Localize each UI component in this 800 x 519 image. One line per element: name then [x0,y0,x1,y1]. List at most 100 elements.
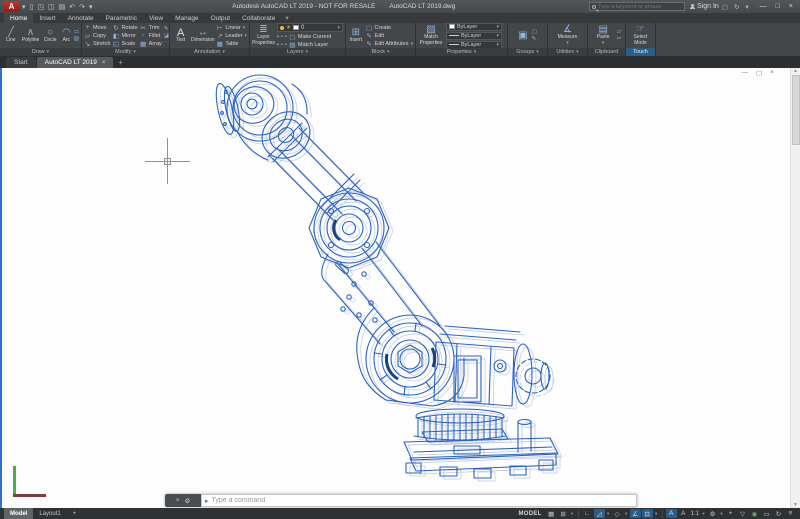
doc-restore-icon[interactable]: ▢ [756,69,762,77]
command-customize-icon[interactable]: ⚙ [184,497,190,505]
qat-customize-caret-icon[interactable]: ▾ [89,3,93,11]
tab-manage[interactable]: Manage [169,13,205,23]
tab-annotate[interactable]: Annotate [62,13,100,23]
scale-button[interactable]: ◱ Scale [112,40,137,48]
layer-properties-button[interactable]: ≣ Layer Properties [252,25,275,46]
command-line[interactable]: × ⚙ ▸ [165,494,637,507]
vertical-scrollbar[interactable]: ▲ ▼ [790,68,800,508]
trim-button[interactable]: ✂ Trim [140,24,162,32]
arc-button[interactable]: ◠ Arc [61,27,72,44]
table-button[interactable]: ▦ Table [216,40,247,48]
text-button[interactable]: A Text [172,27,189,44]
osnap-caret-icon[interactable]: ▾ [654,511,659,517]
model-tab[interactable]: Model [4,508,34,519]
object-snap-tracking-icon[interactable]: ∠ [629,509,641,518]
object-color-dropdown[interactable]: ByLayer ▾ [446,23,502,31]
graphics-performance-icon[interactable]: ▭ [761,509,772,518]
command-input[interactable] [211,497,633,504]
doc-minimize-icon[interactable]: — [742,69,749,77]
linetype-dropdown[interactable]: ByLayer ▾ [446,40,502,48]
ungroup-icon[interactable]: ▢ [532,29,537,35]
edit-block-button[interactable]: ✎ Edit [366,32,413,40]
group-edit-icon[interactable]: ✎ [532,36,537,42]
command-close-icon[interactable]: × [176,497,180,504]
workspace-caret-icon[interactable]: ▾ [719,511,724,517]
sign-in-button[interactable]: Sign In [697,3,719,10]
ortho-icon[interactable]: ∟ [582,509,593,518]
circle-button[interactable]: ○ Circle [41,27,59,44]
ribbon-options-caret-icon[interactable]: ▾ [281,13,292,23]
more-tools-icon[interactable]: ⋯ [164,40,169,46]
move-button[interactable]: + Move [84,24,110,31]
annotation-scale-value[interactable]: 1:1 [690,511,700,517]
window-close-icon[interactable]: × [789,3,793,10]
leader-button[interactable]: ↗ Leader ▾ [216,32,247,40]
match-properties-button[interactable]: ▨ Match Properties [418,25,444,46]
redo-icon[interactable]: ↷ [79,3,85,11]
edit-attributes-button[interactable]: ✎ Edit Attributes ▾ [366,40,413,48]
command-line-grip[interactable]: × ⚙ [165,494,201,507]
app-menu-button[interactable]: A [3,1,20,12]
scrollbar-thumb[interactable] [791,75,800,145]
customization-menu-icon[interactable]: ≡ [785,509,796,518]
fillet-button[interactable]: ◜ Fillet [140,32,162,40]
create-block-button[interactable]: ▢ Create [366,24,413,32]
linear-button[interactable]: ⊢ Linear ▾ [216,24,247,32]
new-drawing-plus-icon[interactable]: + [118,58,123,68]
polar-caret-icon[interactable]: ▾ [606,511,611,517]
plot-icon[interactable]: ▤ [59,3,66,11]
model-space-indicator[interactable]: MODEL [518,511,541,517]
search-input[interactable] [598,3,682,10]
object-snap-icon[interactable]: ⊡ [641,509,653,518]
new-file-icon[interactable]: ▯ [30,3,34,11]
layout1-tab[interactable]: Layout1 [33,508,66,519]
workspace-gear-icon[interactable]: ⚙ [707,509,718,518]
line-button[interactable]: ╱ Line [2,27,20,44]
drawing-canvas[interactable]: — ▢ × ▲ ▼ × ⚙ ▸ [0,68,800,508]
explode-icon[interactable]: ◪ [164,33,169,39]
copy-button[interactable]: ▱ Copy [84,32,110,40]
scroll-down-icon[interactable]: ▼ [793,502,798,508]
filter-icon[interactable]: ▽ [737,509,748,518]
dimension-button[interactable]: ↔ Dimension [191,27,215,44]
select-mode-button[interactable]: ☞ Select Mode [629,25,652,46]
rotate-button[interactable]: ↻ Rotate [112,24,137,32]
annotation-monitor-icon[interactable]: + [725,509,736,518]
polyline-button[interactable]: ∧ Polyline [22,27,40,44]
isodraft-icon[interactable]: ◇ [612,509,623,518]
tab-insert[interactable]: Insert [33,13,61,23]
file-tab-close-icon[interactable]: × [102,60,106,66]
clean-screen-icon[interactable]: ↻ [773,509,784,518]
polar-tracking-icon[interactable]: ◿ [593,509,605,518]
app-menu-caret-icon[interactable]: ▾ [22,3,26,11]
cut-clip-icon[interactable]: ✂ [617,36,622,42]
window-maximize-icon[interactable]: □ [776,3,780,10]
paste-button[interactable]: ▤ Paste ▾ [592,24,615,46]
stretch-button[interactable]: ↘ Stretch [84,40,111,48]
tab-output[interactable]: Output [205,13,237,23]
grid-icon[interactable]: ▦ [546,509,557,518]
tab-view[interactable]: View [143,13,169,23]
tab-collaborate[interactable]: Collaborate [236,13,281,23]
erase-icon[interactable]: ✎ [164,26,169,32]
insert-block-button[interactable]: ⊞ Insert [348,27,364,44]
match-layer-button[interactable]: ▪ ▪ ▪ ▨ Match Layer [277,41,343,49]
autodesk-360-icon[interactable]: ↻ [734,3,739,11]
app-store-icon[interactable]: ▢ [722,3,728,11]
new-layout-plus-icon[interactable]: + [67,508,83,519]
tab-parametric[interactable]: Parametric [100,13,143,23]
snap-caret-icon[interactable]: ▾ [570,511,575,517]
group-icon[interactable]: ▣ [518,30,527,41]
make-current-button[interactable]: ▪ ▪ ▪ ▢ Make Current [277,33,343,41]
mirror-button[interactable]: ◧ Mirror [112,32,137,40]
tab-home[interactable]: Home [4,13,34,23]
hatch-icon[interactable]: ▨ [74,36,79,42]
copy-clip-icon[interactable]: ▱ [617,29,622,35]
array-button[interactable]: ▦ Array [140,40,162,48]
layer-dropdown[interactable]: ☀ 0 ▾ [277,23,343,32]
annotation-visibility-icon[interactable]: A [665,509,677,518]
help-caret-icon[interactable]: ▾ [745,3,748,11]
autoscale-icon[interactable]: A [678,509,689,518]
measure-button[interactable]: ∡ Measure ▾ [556,24,579,46]
help-search-box[interactable] [589,2,685,11]
